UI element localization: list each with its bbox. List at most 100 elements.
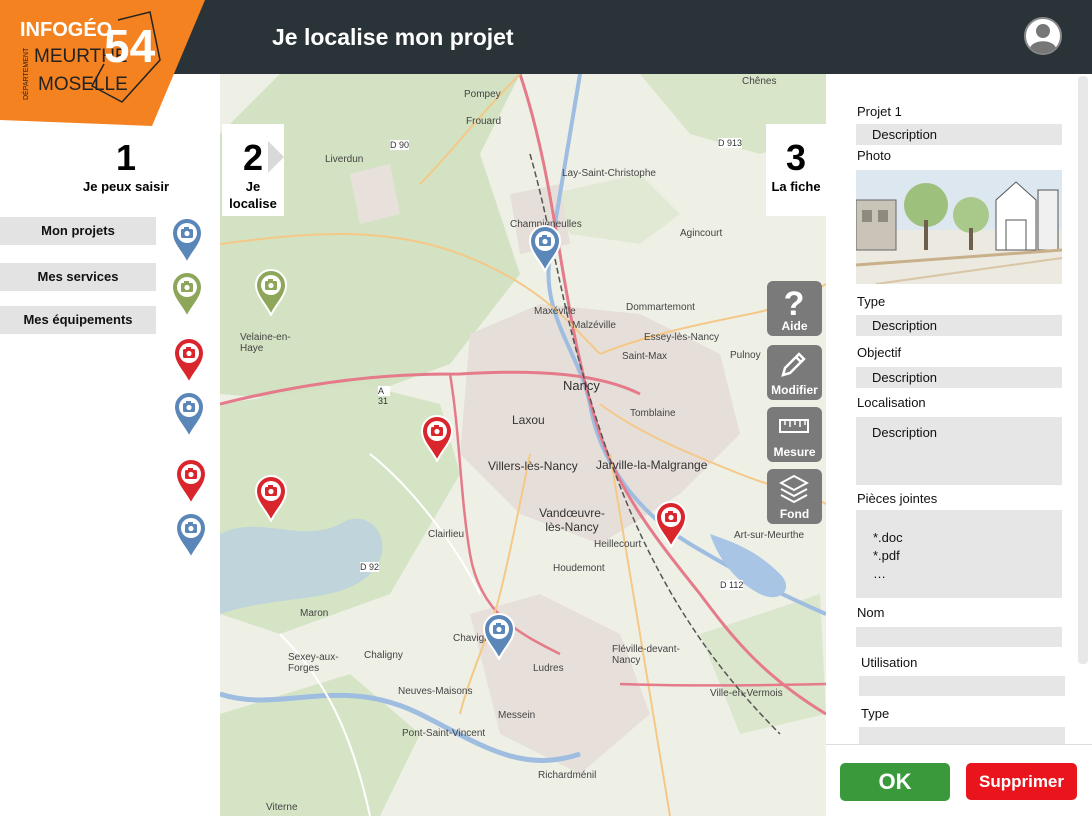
basemap-button-label: Fond [779,507,810,521]
map-label-sexey-aux-forges: Sexey-aux-Forges [288,652,339,674]
map-pin-red-icon[interactable] [420,414,454,462]
step-2-arrow-icon [268,141,284,173]
attachment-item[interactable]: *.doc [873,529,903,547]
form-scrollbar[interactable] [1078,76,1088,664]
nom-label: Nom [857,605,885,620]
utilisation-field[interactable] [859,676,1065,696]
pencil-icon [781,352,806,377]
map-label-heillecourt: Heillecourt [594,539,642,550]
map-label-d92: D 92 [360,562,380,572]
legend-pin-green-icon[interactable] [170,270,204,318]
measure-button[interactable]: Mesure [767,407,822,462]
delete-button[interactable]: Supprimer [966,763,1077,800]
step-3[interactable]: 3 La fiche [766,124,826,216]
map-label-messein: Messein [498,710,536,721]
user-avatar-icon[interactable] [1023,16,1063,56]
map-label-pompey: Pompey [464,89,501,100]
map-label-jarville: Jarville-la-Malgrange [596,458,708,472]
step-1[interactable]: 1 Je peux saisir [78,138,174,204]
legend-pin-blue-icon[interactable] [174,511,208,559]
step-3-label: La fiche [771,179,821,194]
type2-label: Type [861,706,890,721]
project-photo[interactable] [856,170,1062,284]
utilisation-label: Utilisation [861,655,918,670]
measure-button-label: Mesure [773,445,816,459]
map-pin-red-icon[interactable] [254,474,288,522]
ok-button[interactable]: OK [840,763,950,801]
legend-pin-red-icon[interactable] [174,457,208,505]
legend-pin-blue-icon[interactable] [170,216,204,264]
photo-label: Photo [857,148,891,163]
help-button[interactable]: ? Aide [767,281,822,336]
help-button-label: Aide [781,319,808,333]
objectif-field[interactable]: Description [856,367,1062,388]
objectif-field-value: Description [872,370,938,385]
nom-field[interactable] [856,627,1062,647]
map-label-maron: Maron [300,608,329,619]
localisation-label: Localisation [857,395,926,410]
menu-mes-services[interactable]: Mes services [0,263,156,291]
basemap-button[interactable]: Fond [767,469,822,524]
menu-mes-projets[interactable]: Mon projets [0,217,156,245]
map-label-a31: A 31 [378,386,390,406]
type-label: Type [857,294,886,309]
map-label-clairlieu: Clairlieu [428,529,465,540]
project-field[interactable]: Description [856,124,1062,145]
map-label-d913: D 913 [718,138,743,148]
attachments-label: Pièces jointes [857,491,938,506]
map-label-lay: Lay-Saint-Christophe [562,168,656,179]
map-view[interactable]: Nancy Laxou Villers-lès-Nancy Jarville-l… [220,74,826,816]
map-label-neuves-maisons: Neuves-Maisons [398,686,473,697]
question-icon: ? [784,285,805,319]
step-3-number: 3 [785,137,807,178]
map-label-saintmax: Saint-Max [622,351,668,362]
map-label-richardmenil: Richardménil [538,770,597,781]
ruler-icon [779,419,809,433]
attachments-field[interactable]: *.doc *.pdf … [856,510,1062,598]
map-pin-green-icon[interactable] [254,268,288,316]
project-field-value: Description [872,127,938,142]
map-label-velaine: Velaine-en-Haye [240,332,291,354]
layers-icon [779,474,809,504]
localisation-field[interactable]: Description [856,417,1062,485]
map-label-pulnoy: Pulnoy [730,350,761,361]
attachment-item[interactable]: *.pdf [873,547,903,565]
menu-mes-equipements[interactable]: Mes équipements [0,306,156,334]
step-1-label: Je peux saisir [83,179,169,194]
map-label-ludres: Ludres [533,663,564,674]
map-label-dommartemont: Dommartemont [626,302,695,313]
map-label-tomblaine: Tomblaine [630,408,676,419]
map-label-frouard: Frouard [466,116,502,127]
infogeo-logo[interactable]: INFOGÉO MEURTHE MOSELLE 54 DÉPARTEMENT [0,0,205,126]
map-pin-red-icon[interactable] [654,500,688,548]
legend-pin-red-icon[interactable] [172,336,206,384]
map-label-maxeville: Maxéville [534,306,576,317]
localisation-field-value: Description [872,425,938,440]
legend-pin-blue-icon[interactable] [172,390,206,438]
map-label-malzeville: Malzéville [572,320,616,331]
edit-button[interactable]: Modifier [767,345,822,400]
map-pin-blue-icon[interactable] [528,224,562,272]
map-label-vandoeuvre: Vandœuvre-lès-Nancy [539,506,605,534]
map-pin-blue-icon[interactable] [482,612,516,660]
map-label-fleville: Fléville-devant-Nancy [612,644,680,666]
map-label-essey: Essey-lès-Nancy [644,332,720,343]
map-label-pont-saint-vincent: Pont-Saint-Vincent [402,728,486,739]
project-label: Projet 1 [857,104,902,119]
type-field[interactable]: Description [856,315,1062,336]
svg-text:?: ? [784,285,805,319]
step-2-label-line1: Je [245,179,261,194]
map-label-chaligny: Chaligny [364,650,403,661]
objectif-label: Objectif [857,345,902,360]
map-label-liverdun: Liverdun [325,154,364,165]
map-label-d112: D 112 [720,580,744,590]
type2-field[interactable] [859,727,1065,744]
logo-number: 54 [104,20,156,72]
photo-image [856,170,1062,284]
map-label-viterne: Viterne [266,802,298,813]
attachment-item[interactable]: … [873,565,903,583]
map-label-d90: D 90 [390,140,410,150]
map-label-art-sur-meurthe: Art-sur-Meurthe [734,530,805,541]
map-label-nancy: Nancy [563,378,600,393]
project-form: Projet 1 Description Photo Type Descript… [826,74,1092,744]
